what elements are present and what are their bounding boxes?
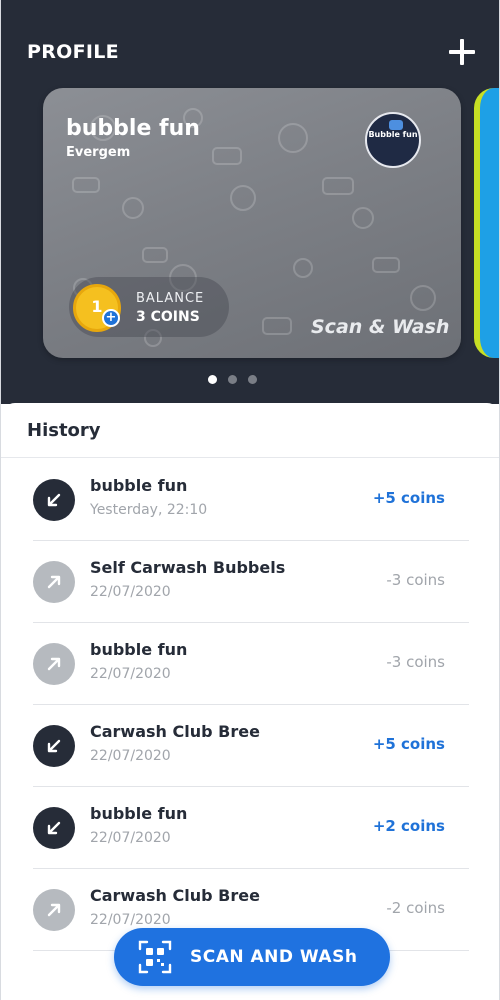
history-amount: +5 coins (372, 735, 445, 753)
history-row[interactable]: Self Carwash Bubbels 22/07/2020 -3 coins (33, 541, 469, 623)
history-row[interactable]: bubble fun 22/07/2020 -3 coins (33, 623, 469, 705)
history-merchant: bubble fun (90, 804, 188, 823)
outgoing-arrow-icon (33, 643, 75, 685)
history-date: 22/07/2020 (90, 584, 171, 600)
history-merchant: bubble fun (90, 640, 188, 659)
history-date: 22/07/2020 (90, 912, 171, 928)
wallet-card[interactable]: bubble fun Evergem Bubble fun 1 + BALANC… (43, 88, 461, 358)
logo-bubble-icon (389, 120, 403, 130)
card-tagline: Scan & Wash (311, 316, 450, 338)
history-amount: +2 coins (372, 817, 445, 835)
history-merchant: Self Carwash Bubbels (90, 558, 286, 577)
incoming-arrow-icon (33, 479, 75, 521)
app-screen: PROFILE bubble fun Evergem Bubble fun 1 … (0, 0, 500, 1000)
history-row[interactable]: bubble fun 22/07/2020 +2 coins (33, 787, 469, 869)
carousel-indicator (208, 375, 268, 385)
qr-scan-icon (138, 940, 172, 974)
outgoing-arrow-icon (33, 889, 75, 931)
card-title: bubble fun (66, 116, 200, 141)
scan-and-wash-button[interactable]: SCAN AND WASh (114, 928, 390, 986)
history-row[interactable]: bubble fun Yesterday, 22:10 +5 coins (33, 459, 469, 541)
page-title: PROFILE (27, 41, 119, 63)
carousel-dot-3[interactable] (248, 375, 257, 384)
incoming-arrow-icon (33, 725, 75, 767)
add-card-button[interactable] (444, 34, 480, 70)
plus-icon (449, 39, 475, 65)
carousel-dot-2[interactable] (228, 375, 237, 384)
next-wallet-card-peek[interactable] (474, 88, 499, 358)
balance-label: BALANCE (136, 291, 205, 306)
carousel-dot-1[interactable] (208, 375, 217, 384)
add-coins-icon[interactable]: + (102, 309, 120, 327)
history-date: 22/07/2020 (90, 666, 171, 682)
history-date: Yesterday, 22:10 (90, 502, 208, 518)
history-amount: +5 coins (372, 489, 445, 507)
profile-header: PROFILE bubble fun Evergem Bubble fun 1 … (1, 0, 499, 404)
balance-pill[interactable]: 1 + BALANCE 3 COINS (69, 277, 229, 337)
history-merchant: bubble fun (90, 476, 188, 495)
brand-logo: Bubble fun (365, 112, 421, 168)
history-merchant: Carwash Club Bree (90, 722, 260, 741)
history-amount: -3 coins (386, 571, 445, 589)
history-amount: -3 coins (386, 653, 445, 671)
incoming-arrow-icon (33, 807, 75, 849)
card-location: Evergem (66, 145, 131, 160)
history-panel: History bubble fun Yesterday, 22:10 +5 c… (1, 403, 499, 1000)
history-date: 22/07/2020 (90, 830, 171, 846)
history-merchant: Carwash Club Bree (90, 886, 260, 905)
history-date: 22/07/2020 (90, 748, 171, 764)
history-divider (1, 457, 499, 458)
logo-text: Bubble fun (368, 130, 418, 139)
scan-and-wash-label: SCAN AND WASh (190, 947, 358, 967)
history-row[interactable]: Carwash Club Bree 22/07/2020 +5 coins (33, 705, 469, 787)
balance-value: 3 COINS (136, 309, 200, 325)
outgoing-arrow-icon (33, 561, 75, 603)
history-amount: -2 coins (386, 899, 445, 917)
history-title: History (27, 420, 101, 441)
